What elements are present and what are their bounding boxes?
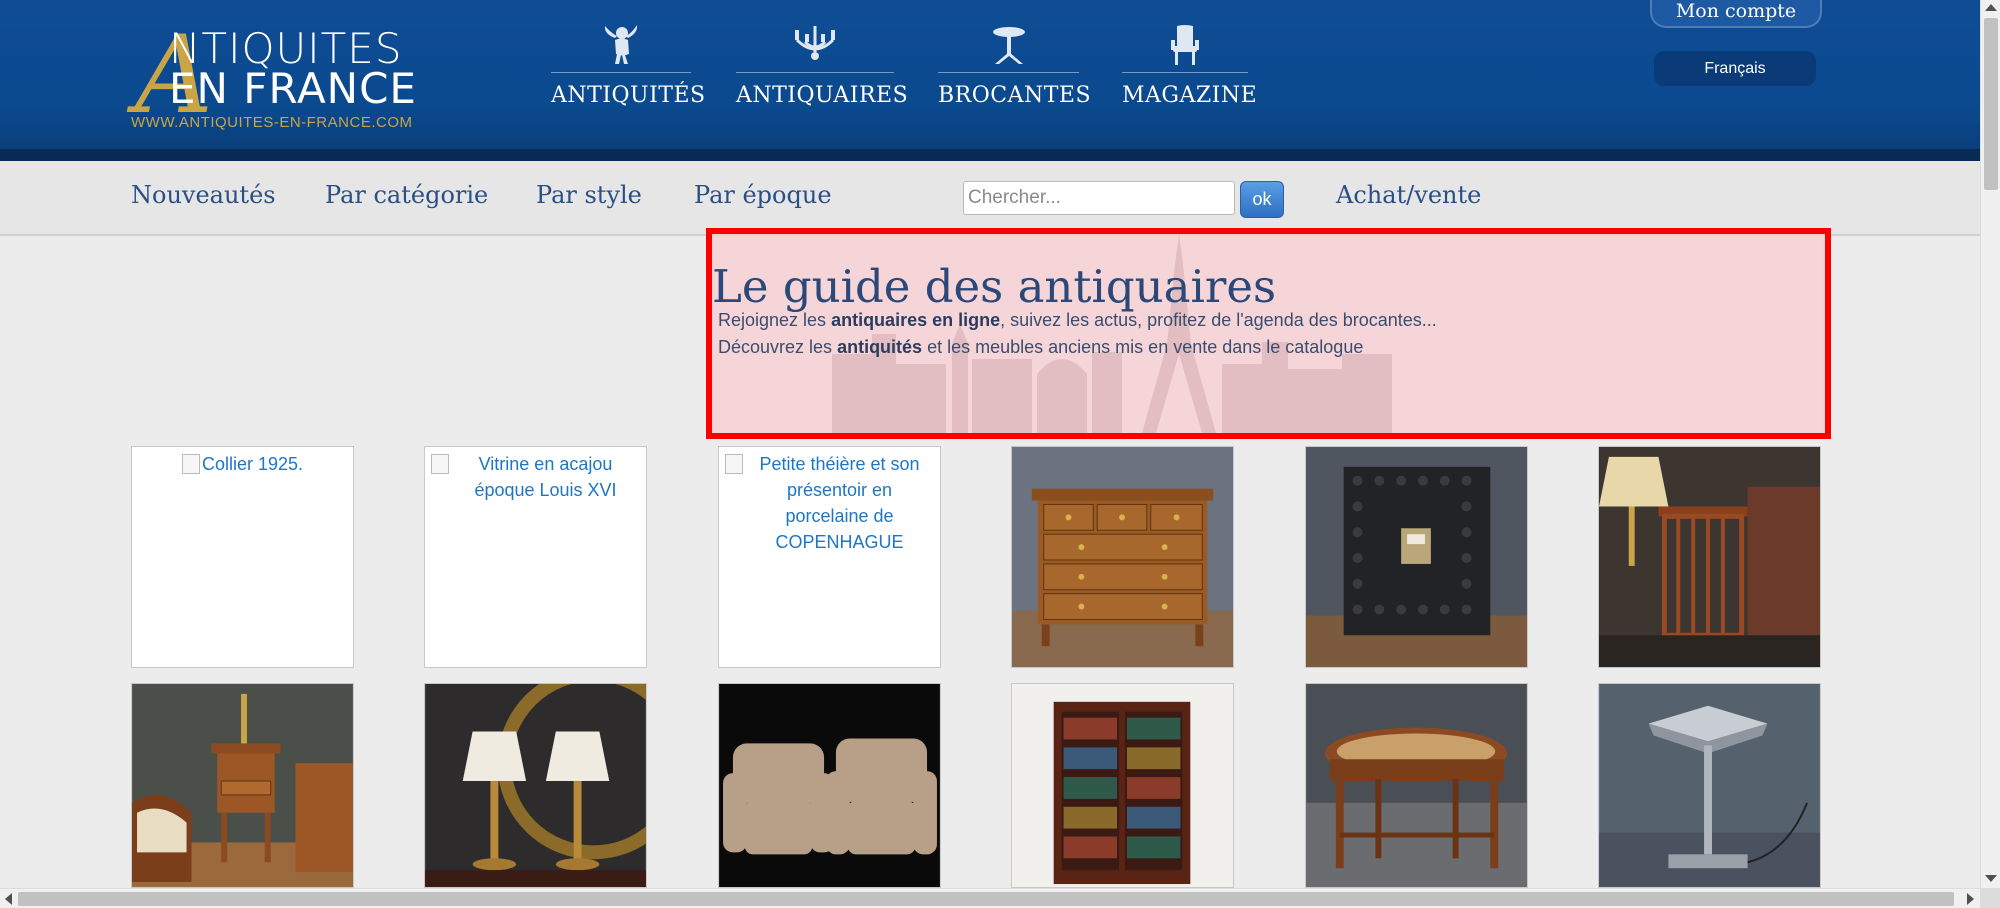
logo-url: WWW.ANTIQUITES-EN-FRANCE.COM — [131, 114, 413, 131]
vertical-scroll-thumb[interactable] — [1984, 18, 1998, 190]
subnav-nouveautes[interactable]: Nouveautés — [131, 181, 276, 209]
broken-image-icon — [431, 454, 449, 474]
product-thumb-theiere[interactable]: Petite théière et son présentoir en porc… — [718, 446, 941, 668]
nav-divider — [938, 72, 1079, 73]
subnav-par-style[interactable]: Par style — [536, 181, 642, 209]
vertical-scrollbar[interactable] — [1980, 0, 2000, 888]
site-header: A NTIQUITES EN FRANCE WWW.ANTIQUITES-EN-… — [0, 0, 1980, 161]
scroll-left-arrow-icon[interactable] — [5, 893, 12, 905]
subnav-achat-vente[interactable]: Achat/vente — [1336, 181, 1481, 209]
alt-text: Vitrine en acajou époque Louis XVI — [474, 454, 617, 500]
guide-text-line1: Rejoignez les antiquaires en ligne, suiv… — [718, 310, 1437, 331]
logo-line2: EN FRANCE — [169, 64, 417, 113]
product-thumb-vitrine[interactable]: Vitrine en acajou époque Louis XVI — [424, 446, 647, 668]
armchairs-photo — [719, 684, 940, 887]
commode-photo — [1012, 447, 1233, 667]
search-ok-button[interactable]: ok — [1240, 181, 1284, 218]
cherub-icon — [604, 25, 638, 64]
text-segment: et les meubles anciens mis en vente dans… — [922, 337, 1364, 357]
guide-title: Le guide des antiquaires — [712, 260, 1277, 313]
product-thumb-bookcase[interactable] — [1011, 683, 1234, 888]
scroll-down-arrow-icon[interactable] — [1985, 875, 1997, 882]
product-thumb-safe[interactable] — [1305, 446, 1528, 668]
pair-of-lamps-photo — [425, 684, 646, 887]
secondary-nav: Nouveautés Par catégorie Par style Par é… — [0, 161, 1980, 236]
bookcase-photo — [1012, 684, 1233, 887]
broken-image-icon — [725, 454, 743, 474]
nav-brocantes[interactable]: BROCANTES — [938, 24, 1092, 108]
side-table-photo — [1599, 447, 1820, 667]
nav-label: BROCANTES — [938, 83, 1092, 108]
alt-text: Collier 1925. — [201, 454, 304, 474]
product-thumb-bedside-table[interactable] — [131, 683, 354, 888]
language-selector[interactable]: Français — [1654, 51, 1816, 86]
alt-text: Petite théière et son présentoir en porc… — [759, 454, 920, 552]
antiquites-link[interactable]: antiquités — [837, 337, 922, 357]
product-thumb-armchairs[interactable] — [718, 683, 941, 888]
product-thumb-commode[interactable] — [1011, 446, 1234, 668]
broken-image-alt: Vitrine en acajou époque Louis XVI — [425, 447, 646, 503]
desk-lamp-photo — [1599, 684, 1820, 887]
safe-photo — [1306, 447, 1527, 667]
product-thumb-desk-lamp[interactable] — [1598, 683, 1821, 888]
bedside-table-photo — [132, 684, 353, 887]
nav-label: ANTIQUAIRES — [736, 83, 909, 108]
chair-icon — [1171, 25, 1199, 65]
search-input[interactable] — [963, 181, 1235, 215]
product-thumb-collier[interactable]: Collier 1925. — [131, 446, 354, 668]
broken-image-icon — [181, 454, 200, 474]
my-account-button[interactable]: Mon compte — [1650, 0, 1822, 28]
guide-text-line2: Découvrez les antiquités et les meubles … — [718, 337, 1363, 358]
nav-divider — [1122, 72, 1248, 73]
scrollbar-corner — [1980, 888, 2000, 908]
text-segment: Découvrez les — [718, 337, 838, 357]
site-logo[interactable]: A NTIQUITES EN FRANCE WWW.ANTIQUITES-EN-… — [131, 22, 436, 132]
text-segment: , suivez les actus, profitez de l'agenda… — [1000, 310, 1437, 330]
horizontal-scroll-thumb[interactable] — [18, 892, 1954, 906]
broken-image-alt: Collier 1925. — [132, 447, 353, 477]
product-thumb-side-table[interactable] — [1598, 446, 1821, 668]
nav-divider — [551, 72, 691, 73]
subnav-par-epoque[interactable]: Par époque — [694, 181, 832, 209]
horizontal-scrollbar[interactable] — [0, 888, 1980, 908]
pedestal-table-icon — [992, 27, 1025, 64]
scroll-up-arrow-icon[interactable] — [1985, 4, 1997, 11]
nav-antiquaires[interactable]: ANTIQUAIRES — [736, 24, 909, 108]
broken-image-alt: Petite théière et son présentoir en porc… — [719, 447, 940, 555]
product-thumb-bench[interactable] — [1305, 683, 1528, 888]
bench-photo — [1306, 684, 1527, 887]
text-segment: Rejoignez les — [718, 310, 832, 330]
nav-magazine[interactable]: MAGAZINE — [1122, 24, 1258, 108]
subnav-par-categorie[interactable]: Par catégorie — [325, 181, 488, 209]
product-thumb-pair-of-lamps[interactable] — [424, 683, 647, 888]
nav-antiquites[interactable]: ANTIQUITÉS — [551, 24, 706, 108]
nav-label: ANTIQUITÉS — [551, 83, 706, 108]
scroll-right-arrow-icon[interactable] — [1967, 893, 1974, 905]
nav-label: MAGAZINE — [1122, 83, 1258, 108]
antiquaires-en-ligne-link[interactable]: antiquaires en ligne — [831, 310, 1000, 330]
chandelier-icon — [795, 26, 835, 60]
nav-divider — [736, 72, 894, 73]
